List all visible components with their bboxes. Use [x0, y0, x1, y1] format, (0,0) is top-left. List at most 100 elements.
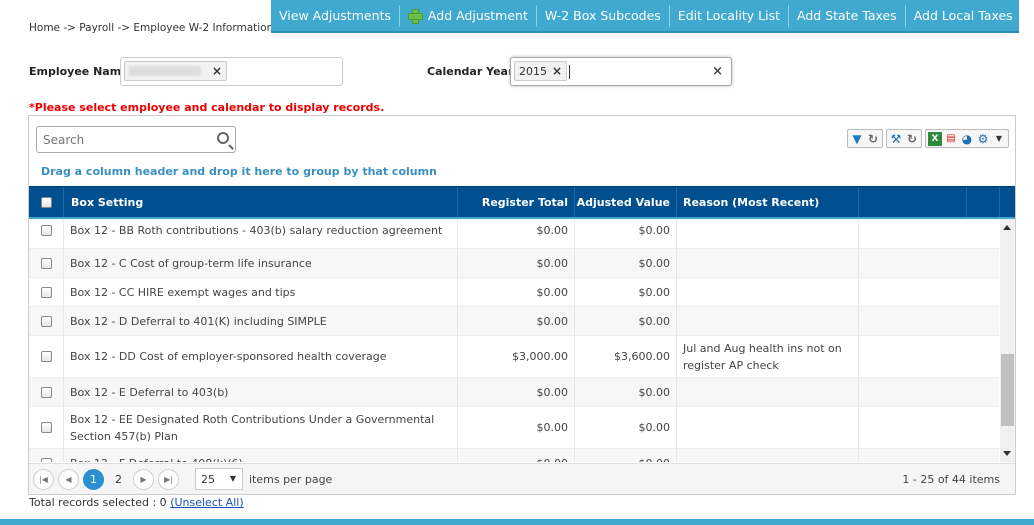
reason-cell: [677, 219, 859, 248]
add-state-taxes-link[interactable]: Add State Taxes: [789, 4, 906, 27]
export-tool[interactable]: X ▤ ◕ ⚙ ▼: [925, 129, 1009, 148]
row-checkbox[interactable]: [40, 422, 52, 433]
register-total-cell: $0.00: [458, 407, 575, 448]
bottom-bar: [0, 519, 1034, 525]
table-row[interactable]: Box 12 - E Deferral to 403(b) $0.00 $0.0…: [29, 378, 999, 407]
remove-employee-icon[interactable]: ×: [212, 64, 222, 78]
reason-cell: [677, 378, 859, 406]
row-checkbox[interactable]: [40, 225, 52, 236]
row-checkbox[interactable]: [40, 386, 52, 398]
box-setting-cell: Box 12 - C Cost of group-term life insur…: [64, 249, 458, 277]
table-header: Box Setting Register Total Adjusted Valu…: [29, 186, 1015, 219]
scroll-thumb[interactable]: [1001, 354, 1014, 426]
header-box-setting[interactable]: Box Setting: [64, 187, 458, 217]
settings-tool[interactable]: ⚒ ↻: [886, 129, 922, 148]
row-checkbox[interactable]: [40, 351, 52, 362]
search-input[interactable]: [37, 127, 202, 152]
calendar-year-field[interactable]: 2015 × ×: [510, 57, 732, 86]
row-select-cell: [29, 449, 64, 462]
row-select-cell: [29, 378, 64, 406]
table-body: Box 12 - BB Roth contributions - 403(b) …: [29, 219, 999, 462]
register-total-cell: $0.00: [458, 249, 575, 277]
extra-cell: [859, 278, 967, 306]
prev-page-button[interactable]: ◀: [58, 468, 79, 490]
plus-icon: [407, 9, 423, 24]
scroll-up-icon[interactable]: [1003, 225, 1011, 230]
items-per-page-label: items per page: [249, 472, 333, 486]
table-row[interactable]: Box 12 - EE Designated Roth Contribution…: [29, 407, 999, 449]
row-checkbox[interactable]: [40, 257, 52, 269]
clear-year-icon[interactable]: ×: [712, 64, 723, 79]
extra-cell: [859, 249, 967, 277]
page-size-select[interactable]: 25: [195, 468, 243, 490]
vertical-scrollbar[interactable]: [1000, 219, 1015, 462]
add-local-taxes-link[interactable]: Add Local Taxes: [906, 5, 1021, 27]
header-register-total[interactable]: Register Total: [458, 187, 575, 217]
register-total-cell: $0.00: [458, 307, 575, 335]
pdf-icon: ▤: [946, 132, 956, 144]
current-page-button[interactable]: 1: [83, 468, 104, 490]
row-checkbox[interactable]: [40, 457, 52, 462]
year-chip-value: 2015: [519, 64, 547, 78]
row-checkbox[interactable]: [40, 286, 52, 298]
warning-message: *Please select employee and calendar to …: [29, 101, 385, 114]
row-checkbox[interactable]: [40, 315, 52, 327]
scroll-down-icon[interactable]: [1003, 451, 1011, 456]
next-page-button[interactable]: ▶: [133, 468, 154, 490]
pager: |◀ ◀ 1 2 ▶ ▶| 25 items per page 1 - 25 o…: [29, 463, 1015, 494]
top-navigation: View Adjustments Add Adjustment W-2 Box …: [271, 0, 1019, 33]
header-reason[interactable]: Reason (Most Recent): [677, 187, 859, 217]
box-subcodes-link[interactable]: W-2 Box Subcodes: [537, 4, 670, 27]
table-row[interactable]: Box 12 - DD Cost of employer-sponsored h…: [29, 336, 999, 378]
table-row[interactable]: Box 12 - F Deferral to 408(k)(6) $0.00 $…: [29, 449, 999, 462]
table-row[interactable]: Box 12 - CC HIRE exempt wages and tips $…: [29, 278, 999, 307]
remove-year-icon[interactable]: ×: [552, 64, 562, 78]
register-total-cell: $0.00: [458, 219, 575, 248]
extra-cell: [859, 336, 967, 377]
table-row[interactable]: Box 12 - D Deferral to 401(K) including …: [29, 307, 999, 336]
header-scroll-spacer: [1000, 187, 1015, 217]
last-page-button[interactable]: ▶|: [158, 468, 179, 490]
adjusted-value-cell: $0.00: [575, 378, 677, 406]
view-adjustments-link[interactable]: View Adjustments: [271, 4, 400, 27]
box-setting-cell: Box 12 - D Deferral to 401(K) including …: [64, 307, 458, 335]
extra-cell: [859, 219, 967, 248]
header-extra-column: [859, 187, 967, 217]
table-row[interactable]: Box 12 - BB Roth contributions - 403(b) …: [29, 219, 999, 249]
wrench-icon: ⚒: [890, 131, 902, 146]
w2-grid: ▼ ↻ ⚒ ↻ X ▤ ◕ ⚙ ▼ Drag a column header a…: [28, 115, 1016, 495]
first-page-button[interactable]: |◀: [33, 468, 54, 490]
add-adjustment-label: Add Adjustment: [427, 7, 528, 23]
adjusted-value-cell: $0.00: [575, 278, 677, 306]
edit-locality-link[interactable]: Edit Locality List: [670, 4, 790, 27]
pager-info: 1 - 25 of 44 items: [902, 472, 1000, 486]
chevron-down-icon: ▼: [995, 133, 1003, 143]
add-adjustment-link[interactable]: Add Adjustment: [400, 4, 537, 27]
refresh-filter-icon: ↻: [867, 131, 879, 146]
extra-cell: [859, 378, 967, 406]
extra-cell: [859, 307, 967, 335]
reason-cell: [677, 307, 859, 335]
excel-icon: X: [928, 131, 942, 146]
register-total-cell: $0.00: [458, 449, 575, 462]
header-adjusted-value[interactable]: Adjusted Value: [575, 187, 677, 217]
reason-cell: [677, 407, 859, 448]
adjusted-value-cell: $0.00: [575, 449, 677, 462]
employee-name-field[interactable]: ×: [120, 57, 343, 86]
row-select-cell: [29, 249, 64, 277]
select-all-cell: [29, 187, 64, 217]
table-row[interactable]: Box 12 - C Cost of group-term life insur…: [29, 249, 999, 278]
reason-cell: [677, 278, 859, 306]
adjusted-value-cell: $0.00: [575, 249, 677, 277]
select-all-checkbox[interactable]: [40, 196, 52, 208]
year-chip: 2015 ×: [514, 61, 568, 81]
page-2-link[interactable]: 2: [108, 473, 129, 486]
filter-icon: ▼: [852, 131, 862, 146]
row-select-cell: [29, 336, 64, 377]
filter-tool[interactable]: ▼ ↻: [847, 129, 883, 148]
row-select-cell: [29, 219, 64, 248]
box-setting-cell: Box 12 - DD Cost of employer-sponsored h…: [64, 336, 458, 377]
unselect-all-link[interactable]: (Unselect All): [170, 496, 243, 509]
chart-icon: ◕: [961, 131, 973, 146]
search-icon[interactable]: [217, 132, 229, 144]
